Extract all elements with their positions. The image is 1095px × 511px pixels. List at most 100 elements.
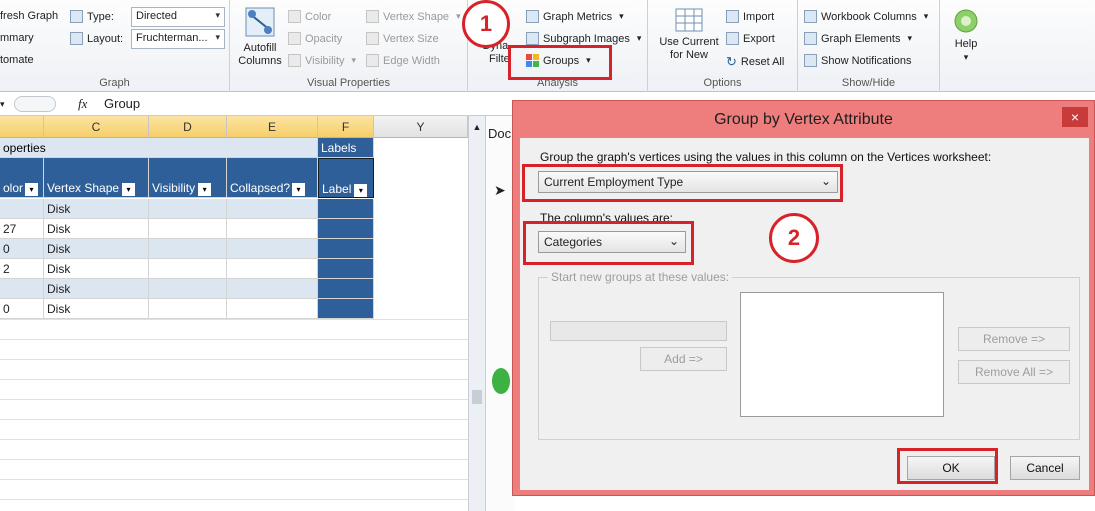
table-cell[interactable] bbox=[318, 299, 374, 319]
header-color[interactable]: olor ▾ bbox=[0, 158, 44, 198]
table-cell[interactable] bbox=[149, 259, 227, 279]
add-button[interactable]: Add => bbox=[640, 347, 727, 371]
column-header-f[interactable]: F bbox=[318, 116, 374, 138]
layout-dropdown[interactable]: Fruchterman... bbox=[131, 29, 225, 49]
table-cell[interactable]: Disk bbox=[44, 299, 149, 319]
remove-button[interactable]: Remove => bbox=[958, 327, 1070, 351]
header-label[interactable]: Label ▾ bbox=[318, 158, 374, 198]
header-collapsed[interactable]: Collapsed? ▾ bbox=[227, 158, 318, 198]
filter-dropdown-icon[interactable]: ▾ bbox=[122, 183, 136, 196]
vertical-scrollbar[interactable]: ▲ bbox=[468, 116, 485, 511]
automate-button[interactable]: tomate bbox=[0, 54, 34, 66]
workbook-columns-button[interactable]: Workbook Columns bbox=[804, 10, 928, 23]
table-cell[interactable] bbox=[227, 259, 318, 279]
table-cell[interactable] bbox=[318, 199, 374, 219]
step-2-marker: 2 bbox=[769, 213, 819, 263]
help-button[interactable]: Help ▾ bbox=[948, 8, 984, 64]
filter-dropdown-icon[interactable]: ▾ bbox=[25, 183, 39, 196]
dialog-body: Group the graph's vertices using the val… bbox=[520, 138, 1089, 490]
table-cell[interactable] bbox=[318, 219, 374, 239]
graph-vertex[interactable] bbox=[492, 368, 510, 394]
table-cell[interactable]: 0 bbox=[0, 299, 44, 319]
column-header-b[interactable] bbox=[0, 116, 44, 138]
table-cell[interactable] bbox=[318, 279, 374, 299]
table-cell[interactable]: 27 bbox=[0, 219, 44, 239]
refresh-graph-label: fresh Graph bbox=[0, 10, 59, 22]
formula-bar: ▾ fx Group bbox=[0, 92, 512, 116]
group-values-list[interactable] bbox=[740, 292, 944, 417]
visibility-button[interactable]: Visibility bbox=[288, 54, 356, 67]
table-cell[interactable] bbox=[149, 199, 227, 219]
table-cell[interactable]: Disk bbox=[44, 199, 149, 219]
graph-pane: Doc ➤ bbox=[485, 116, 515, 511]
table-cell[interactable] bbox=[318, 259, 374, 279]
table-cell[interactable] bbox=[0, 199, 44, 219]
table-cell[interactable] bbox=[227, 239, 318, 259]
subgraph-images-button[interactable]: Subgraph Images bbox=[526, 32, 641, 45]
graph-elements-button[interactable]: Graph Elements bbox=[804, 32, 912, 45]
vertex-shape-button[interactable]: Vertex Shape bbox=[366, 10, 461, 23]
table-cell[interactable] bbox=[149, 219, 227, 239]
table-cell[interactable] bbox=[149, 239, 227, 259]
show-notifications-button[interactable]: Show Notifications bbox=[804, 54, 912, 67]
filter-dropdown-icon[interactable]: ▾ bbox=[198, 183, 212, 196]
chevron-down-icon: ⌄ bbox=[820, 174, 831, 188]
column-header-c[interactable]: C bbox=[44, 116, 149, 138]
group-by-vertex-attribute-dialog: Group by Vertex Attribute × Group the gr… bbox=[512, 100, 1095, 496]
type-dropdown[interactable]: Directed bbox=[131, 7, 225, 27]
scroll-thumb[interactable] bbox=[472, 390, 482, 404]
filter-dropdown-icon[interactable]: ▾ bbox=[354, 184, 368, 197]
import-button[interactable]: Import bbox=[726, 10, 774, 23]
table-cell[interactable] bbox=[227, 279, 318, 299]
name-box-dropdown[interactable]: ▾ bbox=[0, 95, 12, 113]
table-cell[interactable] bbox=[0, 279, 44, 299]
ok-button[interactable]: OK bbox=[907, 456, 995, 480]
column-header-y[interactable]: Y bbox=[374, 116, 468, 138]
scroll-up-arrow[interactable]: ▲ bbox=[469, 122, 485, 132]
pointer-tool-icon[interactable]: ➤ bbox=[494, 182, 506, 199]
help-dropdown-arrow: ▾ bbox=[963, 52, 969, 62]
table-cell[interactable]: 2 bbox=[0, 259, 44, 279]
header-visibility[interactable]: Visibility ▾ bbox=[149, 158, 227, 198]
new-value-input[interactable] bbox=[550, 321, 727, 341]
table-cell[interactable]: Disk bbox=[44, 219, 149, 239]
column-header-d[interactable]: D bbox=[149, 116, 227, 138]
close-icon[interactable]: × bbox=[1062, 107, 1088, 127]
table-cell[interactable] bbox=[149, 279, 227, 299]
column-select[interactable]: Current Employment Type ⌄ bbox=[538, 171, 838, 193]
cancel-button[interactable]: Cancel bbox=[1010, 456, 1080, 480]
graph-metrics-button[interactable]: Graph Metrics bbox=[526, 10, 624, 23]
table-cell[interactable]: Disk bbox=[44, 239, 149, 259]
groups-icon bbox=[526, 54, 539, 67]
summary-button[interactable]: mmary bbox=[0, 32, 34, 44]
table-cell[interactable] bbox=[227, 199, 318, 219]
table-cell[interactable] bbox=[318, 239, 374, 259]
export-button[interactable]: Export bbox=[726, 32, 775, 45]
table-cell[interactable]: Disk bbox=[44, 279, 149, 299]
autofill-columns-button[interactable]: Autofill Columns bbox=[234, 6, 286, 68]
table-cell[interactable] bbox=[149, 299, 227, 319]
reset-all-button[interactable]: ↻ Reset All bbox=[726, 54, 784, 70]
formula-input[interactable]: Group bbox=[104, 96, 140, 111]
groups-button[interactable]: Groups bbox=[526, 54, 591, 67]
values-type-select[interactable]: Categories ⌄ bbox=[538, 231, 686, 253]
remove-all-button[interactable]: Remove All => bbox=[958, 360, 1070, 384]
edge-width-button[interactable]: Edge Width bbox=[366, 54, 440, 67]
summary-label: mmary bbox=[0, 32, 34, 44]
graph-pane-tab[interactable]: Doc bbox=[488, 126, 511, 141]
use-current-for-new-button[interactable]: Use Current for New bbox=[654, 8, 724, 62]
opacity-button[interactable]: Opacity bbox=[288, 32, 342, 45]
color-button[interactable]: Color bbox=[288, 10, 331, 23]
formula-bar-scroll[interactable] bbox=[14, 96, 56, 112]
filter-dropdown-icon[interactable]: ▾ bbox=[292, 183, 306, 196]
table-cell[interactable] bbox=[227, 219, 318, 239]
table-cell[interactable]: Disk bbox=[44, 259, 149, 279]
vertex-size-button[interactable]: Vertex Size bbox=[366, 32, 439, 45]
fx-icon[interactable]: fx bbox=[78, 96, 87, 112]
column-header-e[interactable]: E bbox=[227, 116, 318, 138]
refresh-graph-button[interactable]: fresh Graph bbox=[0, 10, 58, 22]
table-cell[interactable] bbox=[227, 299, 318, 319]
automate-label: tomate bbox=[0, 54, 34, 66]
header-vertex-shape[interactable]: Vertex Shape ▾ bbox=[44, 158, 149, 198]
table-cell[interactable]: 0 bbox=[0, 239, 44, 259]
